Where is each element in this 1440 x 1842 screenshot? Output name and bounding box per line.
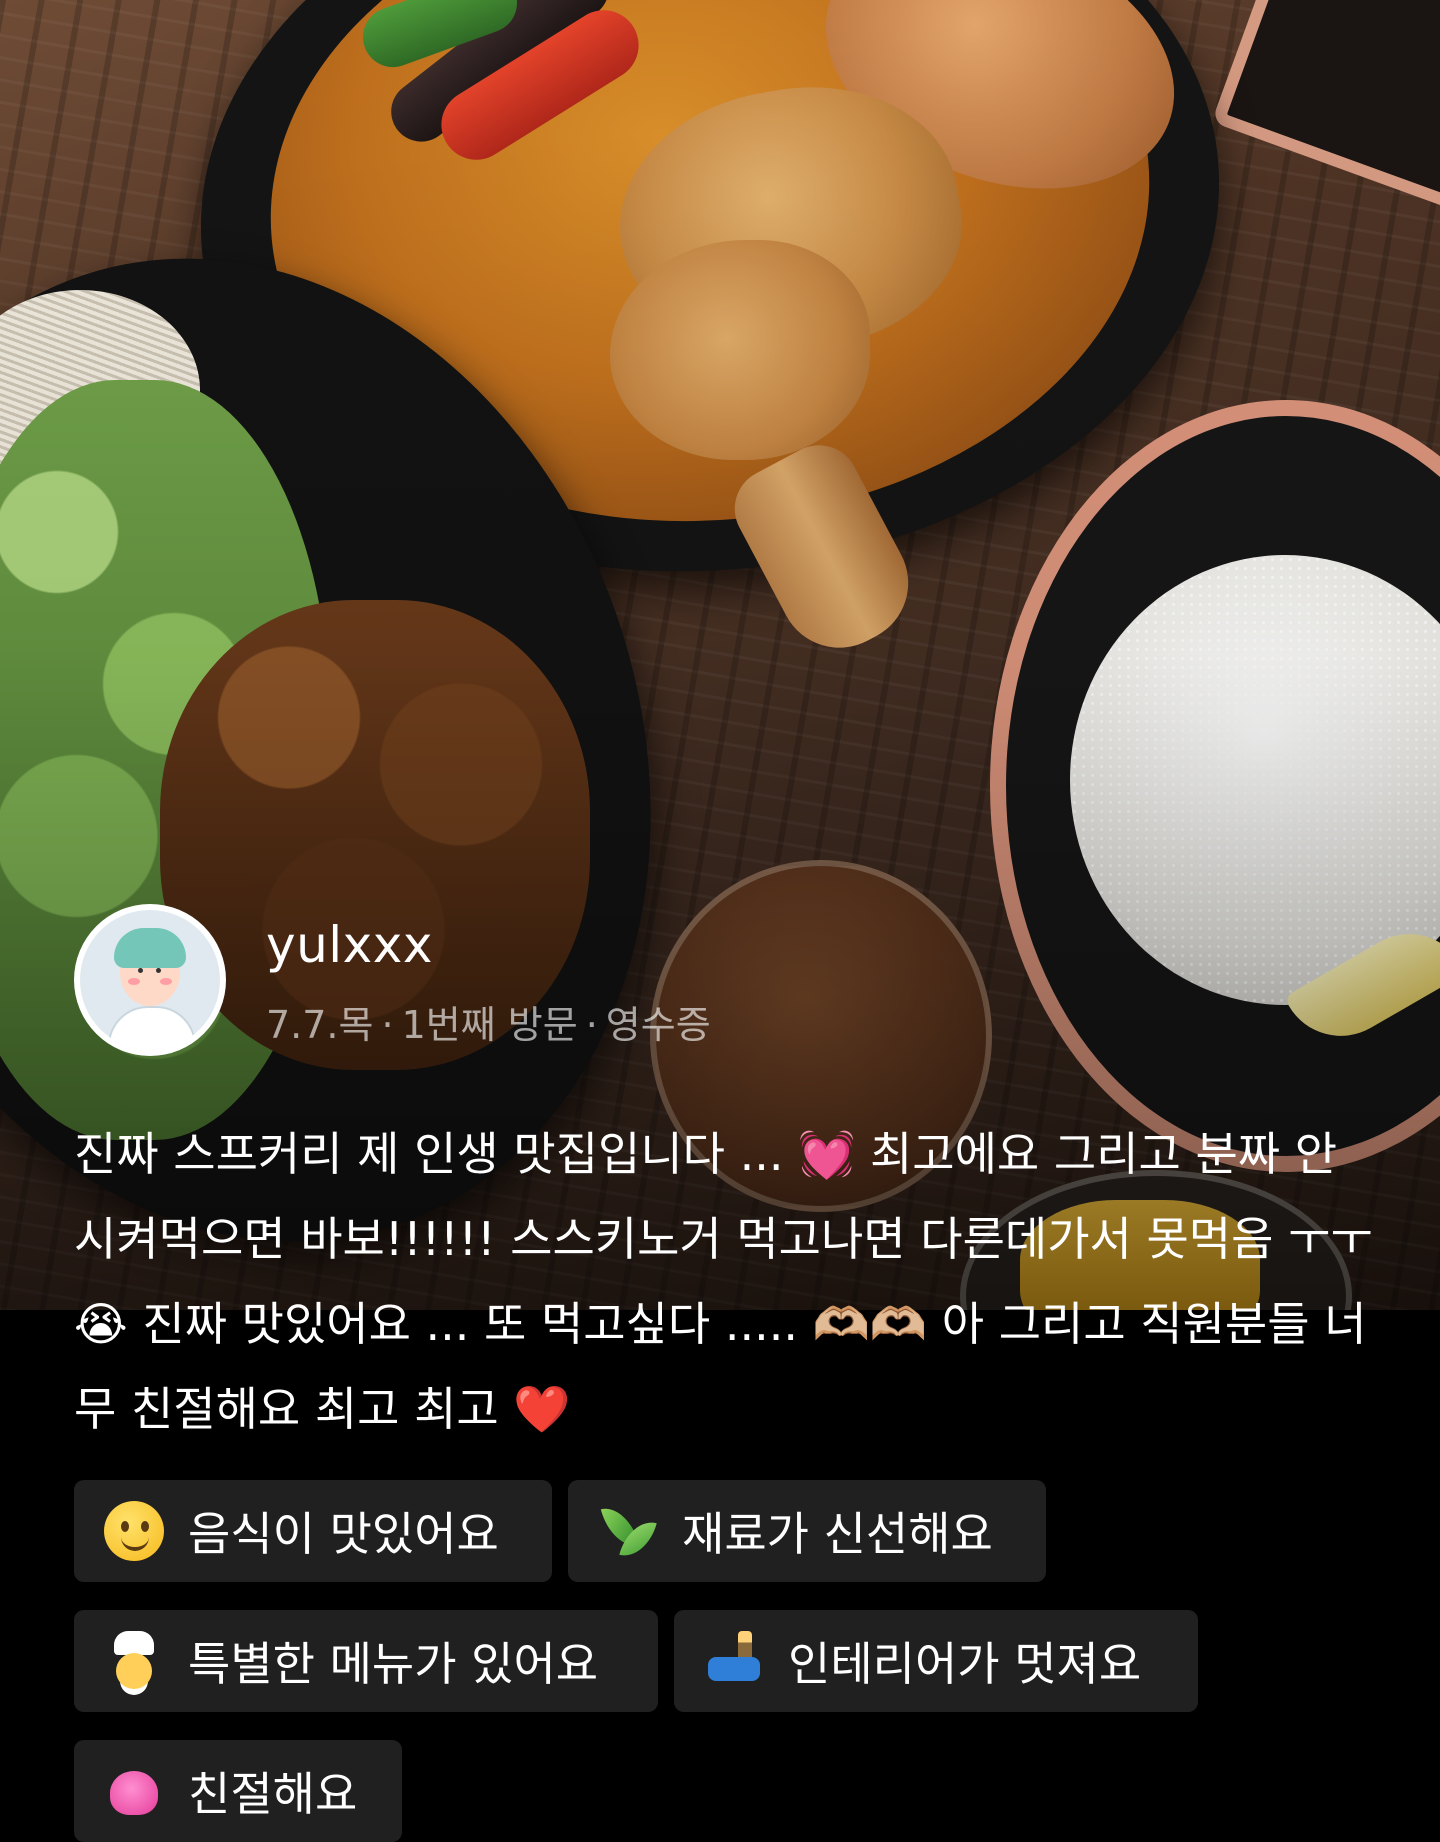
keyword-chip-fresh[interactable]: 재료가 신선해요	[568, 1480, 1046, 1582]
heart-icon	[104, 1761, 164, 1821]
avatar-eye	[156, 968, 161, 973]
avatar-cheek	[128, 978, 140, 985]
visit-date: 7.7.목	[266, 1003, 374, 1047]
avatar-hair	[114, 928, 186, 968]
keyword-chip-tasty[interactable]: 음식이 맛있어요	[74, 1480, 552, 1582]
avatar-illustration	[80, 910, 220, 1050]
keyword-chip-kind[interactable]: 친절해요	[74, 1740, 402, 1842]
keyword-chip-special-menu[interactable]: 특별한 메뉴가 있어요	[74, 1610, 658, 1712]
smiley-yum-icon	[104, 1501, 164, 1561]
avatar-cheek	[160, 978, 172, 985]
review-meta: 7.7.목 · 1번째 방문 · 영수증	[266, 994, 711, 1049]
meta-separator: ·	[381, 1003, 394, 1047]
keyword-label: 재료가 신선해요	[682, 1507, 993, 1561]
avatar[interactable]	[74, 904, 226, 1056]
chef-icon	[104, 1631, 164, 1691]
sofa-lamp-icon	[704, 1631, 764, 1691]
keyword-chip-interior[interactable]: 인테리어가 멋져요	[674, 1610, 1198, 1712]
leaf-icon	[598, 1501, 658, 1561]
meta-separator: ·	[585, 1003, 598, 1047]
keyword-label: 인테리어가 멋져요	[788, 1637, 1142, 1691]
username[interactable]: yulxxx	[266, 916, 433, 974]
receipt-verification: 영수증	[605, 1003, 711, 1047]
visit-count: 1번째 방문	[401, 1003, 578, 1047]
review-text: 진짜 스프커리 제 인생 맛집입니다 ... 💓 최고에요 그리고 분짜 안시켜…	[74, 1127, 1373, 1436]
keyword-label: 친절해요	[188, 1767, 358, 1821]
keyword-label: 특별한 메뉴가 있어요	[188, 1637, 599, 1691]
avatar-body	[108, 1006, 196, 1050]
keyword-label: 음식이 맛있어요	[188, 1507, 499, 1561]
avatar-eye	[138, 968, 143, 973]
